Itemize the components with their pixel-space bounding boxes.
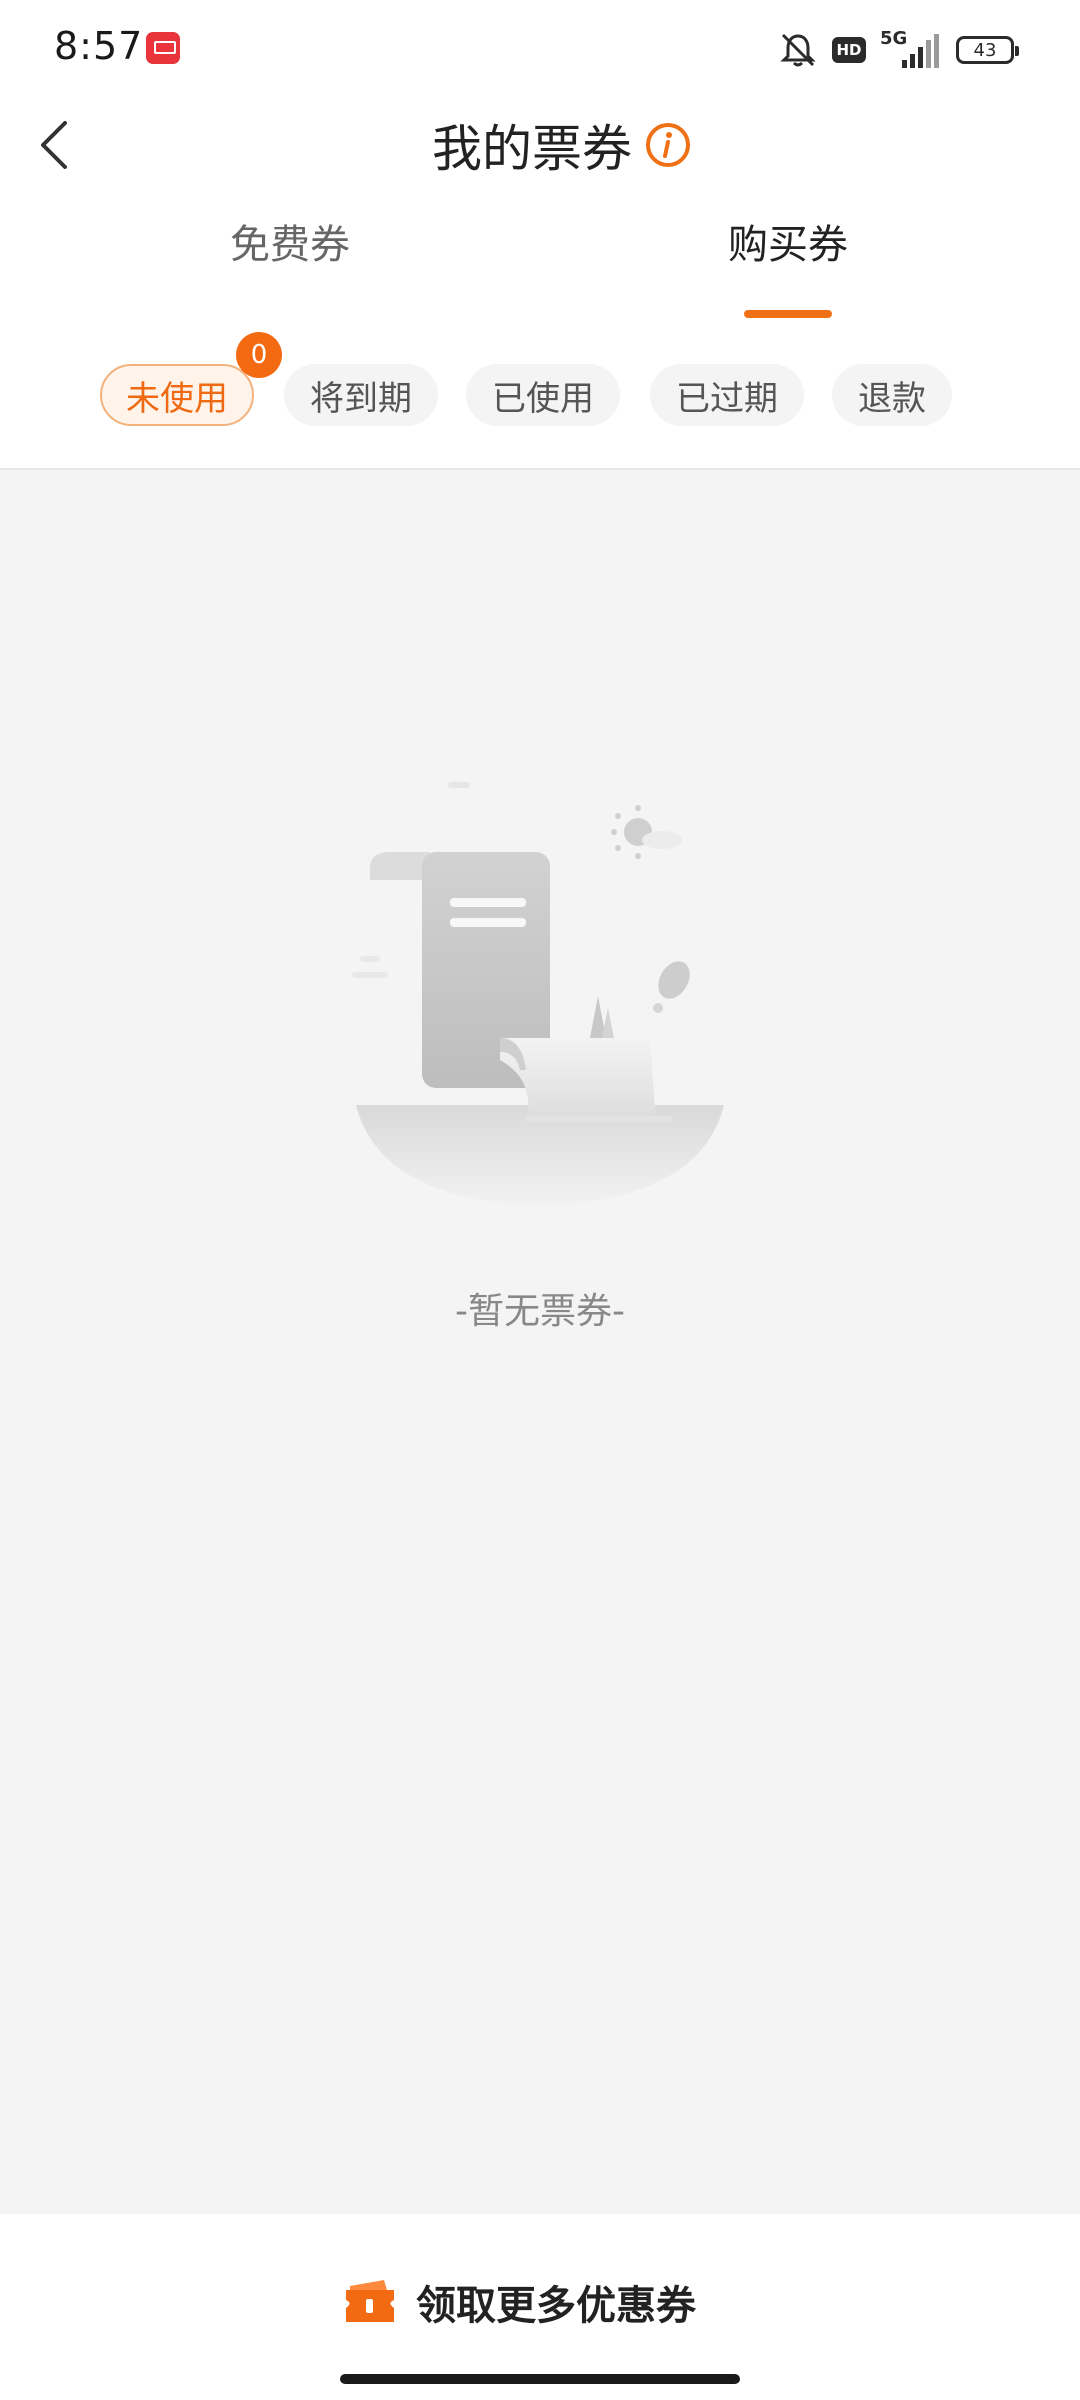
tab-free-coupons[interactable]: 免费券 — [190, 220, 390, 320]
header: 我的票券 — [0, 100, 1080, 190]
battery-level: 43 — [973, 39, 997, 61]
page-title-wrap: 我的票券 — [0, 100, 1080, 190]
filter-row: 未使用 0 将到期 已使用 已过期 退款 — [0, 332, 1080, 438]
tab-active-indicator — [744, 310, 832, 318]
filter-label: 已使用 — [492, 378, 594, 419]
page-title: 我的票券 — [432, 120, 632, 178]
get-more-coupons-label: 领取更多优惠券 — [416, 2283, 696, 2329]
empty-state-text: -暂无票券- — [455, 1291, 625, 1332]
filter-expired[interactable]: 已过期 — [650, 364, 804, 426]
battery-icon: 43 — [956, 36, 1019, 64]
get-more-coupons-button[interactable]: 领取更多优惠券 — [340, 2264, 696, 2340]
bottom-bar: 领取更多优惠券 — [0, 2214, 1080, 2400]
main-tabs: 免费券 购买券 — [0, 220, 1080, 320]
status-time: 8:57 — [54, 24, 144, 68]
filter-label: 未使用 — [126, 378, 228, 419]
mute-bell-icon — [780, 33, 816, 67]
unused-count-badge: 0 — [236, 332, 282, 378]
filter-expiring[interactable]: 将到期 — [284, 364, 438, 426]
ticket-icon — [346, 2280, 394, 2322]
info-icon[interactable] — [644, 121, 692, 169]
app-notification-icon — [146, 32, 180, 64]
status-bar: 8:57 HD 5G 43 — [0, 0, 1080, 100]
empty-ticket-illustration — [352, 782, 724, 1206]
filter-refund[interactable]: 退款 — [832, 364, 952, 426]
top-area: 8:57 HD 5G 43 我的票券 免费券 购买券 未使用 0 将到期 已使用… — [0, 0, 1080, 470]
signal-icon: 5G — [880, 28, 942, 70]
tab-label: 免费券 — [230, 222, 350, 268]
filter-unused[interactable]: 未使用 — [100, 364, 254, 426]
tab-label: 购买券 — [728, 222, 848, 268]
filter-label: 已过期 — [676, 378, 778, 419]
status-icons: HD 5G 43 — [778, 26, 1019, 74]
tab-purchased-coupons[interactable]: 购买券 — [688, 220, 888, 320]
filter-label: 退款 — [858, 378, 926, 419]
filter-used[interactable]: 已使用 — [466, 364, 620, 426]
home-indicator[interactable] — [340, 2374, 740, 2384]
hd-icon: HD — [832, 37, 866, 63]
filter-label: 将到期 — [310, 378, 412, 419]
